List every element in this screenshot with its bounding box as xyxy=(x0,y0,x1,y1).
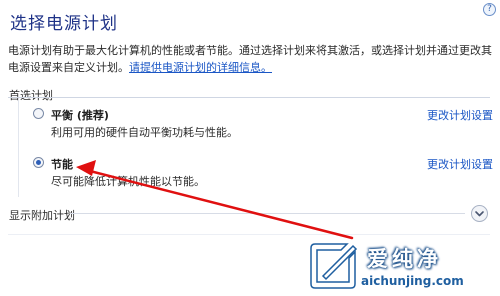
watermark-url: aichunjing.com xyxy=(361,274,464,288)
watermark-logo-icon xyxy=(310,243,358,289)
watermark: 爱纯净 aichunjing.com xyxy=(305,236,500,296)
watermark-title: 爱纯净 xyxy=(367,247,442,271)
